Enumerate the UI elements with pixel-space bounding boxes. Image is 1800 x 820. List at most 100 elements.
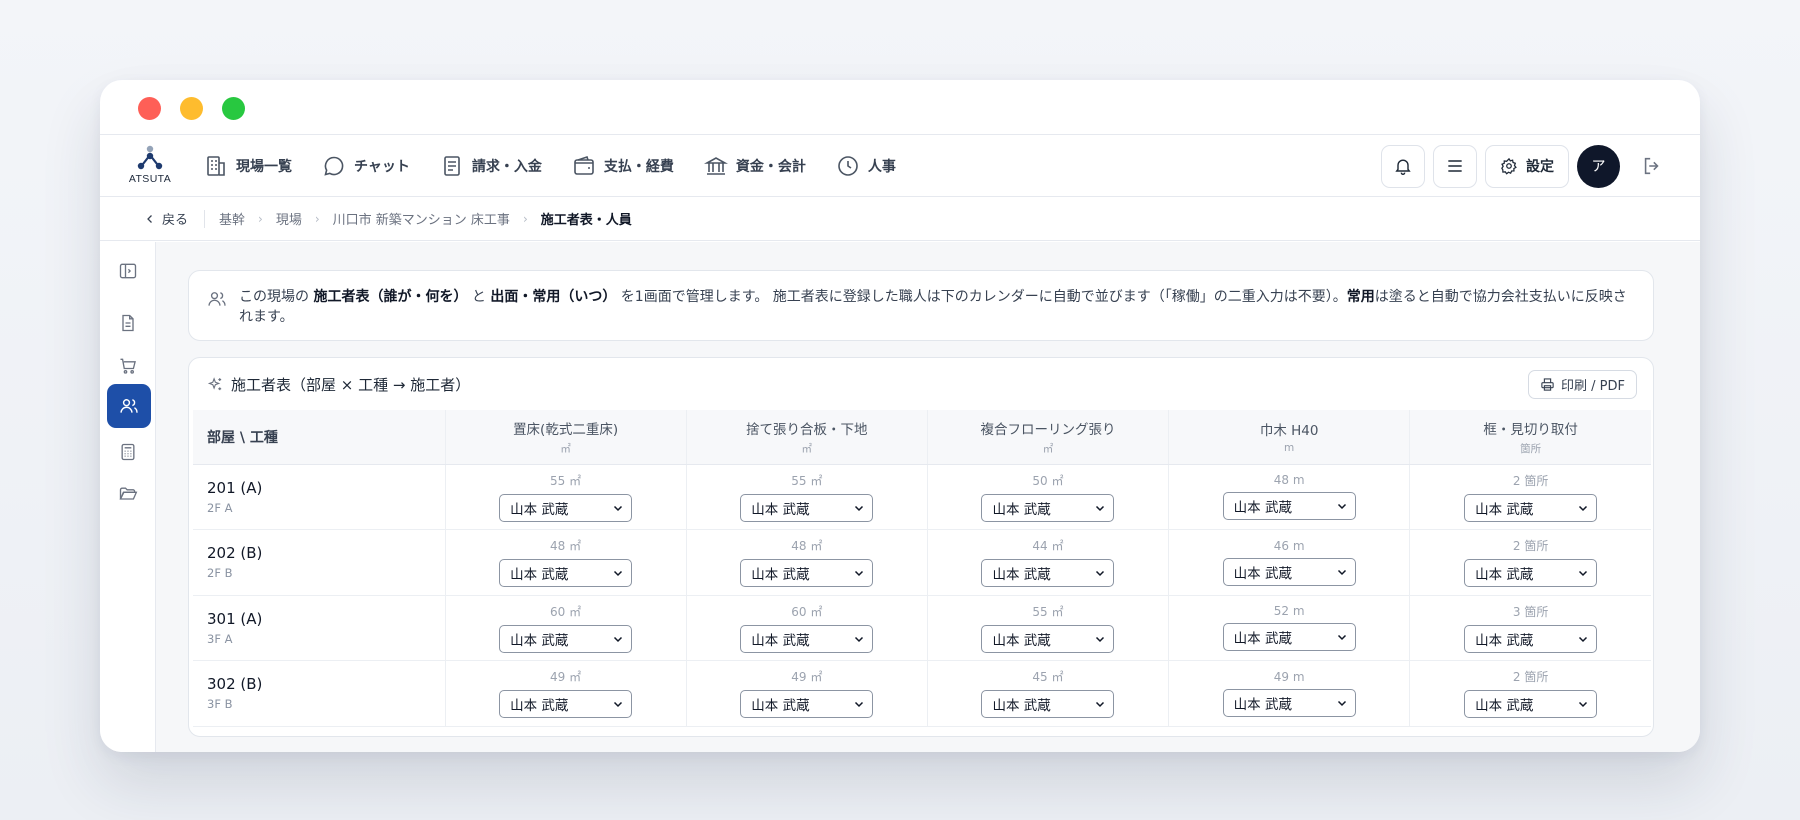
bell-icon [1395,159,1411,175]
assignment-cell: 49 ㎡山本 武蔵 [685,660,928,727]
info-text: と [467,289,491,305]
chevron-down-icon [614,571,623,577]
nav-item-chat[interactable]: チャット [322,135,424,197]
quantity-label: 45 ㎡ [1032,670,1064,685]
corner-header: 部屋 \ 工種 [193,410,445,465]
sidebar-item-orders[interactable] [109,347,147,385]
process-name: 巾木 H40 [1259,423,1319,440]
nav-item-hr[interactable]: 人事 [836,135,910,197]
worker-select[interactable]: 山本 武蔵 [981,690,1115,719]
worker-select[interactable]: 山本 武蔵 [1222,492,1356,521]
room-cell: 201 (A) 2F A [193,464,445,530]
worker-select[interactable]: 山本 武蔵 [740,624,874,653]
worker-select[interactable]: 山本 武蔵 [740,559,874,588]
logout-button[interactable] [1634,145,1670,188]
quantity-label: 50 ㎡ [1032,473,1064,488]
quantity-label: 49 m [1273,669,1305,684]
table-row: 202 (B) 2F B 48 ㎡山本 武蔵 48 ㎡山本 武蔵 44 ㎡山本 武蔵 46… [193,529,1651,596]
back-button[interactable]: 戻る [144,209,206,228]
printer-icon [1541,378,1554,391]
worker-select[interactable]: 山本 武蔵 [1222,623,1356,652]
chevron-down-icon [1337,569,1346,575]
maximize-window-button[interactable] [222,97,245,120]
sidebar-panel-icon [119,263,137,279]
nav-item-billing[interactable]: 請求・入金 [440,135,556,197]
process-unit: 箇所 [1520,442,1542,455]
document-icon [122,314,134,332]
table-header-row: 部屋 \ 工種 置床(乾式二重床) ㎡ 捨て張り合板・下地㎡ 複合フローリング張り… [193,410,1651,465]
sidebar-item-documents[interactable] [109,304,147,342]
nav-item-sites[interactable]: 現場一覧 [204,135,306,197]
worker-select-value: 山本 武蔵 [1233,565,1292,582]
worker-select[interactable]: 山本 武蔵 [1464,559,1598,588]
nav-item-payments[interactable]: 支払・経費 [572,135,688,197]
settings-button[interactable]: 設定 [1485,144,1569,188]
quantity-label: 2 箇所 [1512,539,1549,554]
process-name: 捨て張り合板・下地 [746,421,868,438]
sidebar-toggle-button[interactable] [109,252,147,290]
room-name: 201 (A) [207,478,263,497]
worker-select[interactable]: 山本 武蔵 [1222,557,1356,586]
worker-select[interactable]: 山本 武蔵 [981,493,1115,522]
nav-actions: 設定 ア [1381,144,1670,188]
minimize-window-button[interactable] [180,97,203,120]
worker-select[interactable]: 山本 武蔵 [499,493,633,522]
info-text: この現場の [239,289,314,305]
worker-select[interactable]: 山本 武蔵 [1464,690,1598,719]
logo[interactable]: ATSUTA [124,145,176,189]
worker-select-value: 山本 武蔵 [1475,501,1534,518]
breadcrumb-item-sites[interactable]: 現場 [276,209,302,228]
app-window: ATSUTA 現場一覧 チャット 請求・入金 支払・経費 資金・会計 人事 設定… [100,80,1700,752]
sidebar-item-calculator[interactable] [109,433,147,471]
worker-select[interactable]: 山本 武蔵 [499,624,633,653]
logo-text: ATSUTA [128,173,172,185]
users-icon [120,399,138,413]
chevron-right-icon: › [522,211,528,226]
worker-select[interactable]: 山本 武蔵 [740,493,874,522]
worker-table-card: 施工者表（部屋 × 工種 → 施工者） 印刷 / PDF 部屋 \ 工種 置床(… [188,357,1654,737]
process-name: 置床(乾式二重床) [513,421,619,438]
worker-select-value: 山本 武蔵 [1475,632,1534,649]
nav-item-accounting[interactable]: 資金・会計 [703,135,820,197]
chevron-down-icon [1337,635,1346,641]
worker-select[interactable]: 山本 武蔵 [499,690,633,719]
breadcrumb-item-site[interactable]: 川口市 新築マンション 床工事 [333,209,510,228]
invoice-icon [444,156,460,176]
table-row: 201 (A) 2F A 55 ㎡山本 武蔵 55 ㎡山本 武蔵 50 ㎡山本 武蔵 48… [193,464,1651,530]
assignment-cell: 55 ㎡山本 武蔵 [444,464,687,530]
logout-icon [1644,157,1659,175]
breadcrumb-item-core[interactable]: 基幹 [219,209,245,228]
chevron-down-icon [1337,700,1346,706]
worker-select[interactable]: 山本 武蔵 [981,559,1115,588]
gear-icon [1501,157,1517,175]
notifications-button[interactable] [1381,144,1425,188]
worker-select[interactable]: 山本 武蔵 [1464,493,1598,522]
close-window-button[interactable] [138,97,161,120]
worker-select-value: 山本 武蔵 [992,632,1051,649]
table-body: 201 (A) 2F A 55 ㎡山本 武蔵 55 ㎡山本 武蔵 50 ㎡山本 武蔵 48… [193,464,1651,727]
chevron-down-icon [1579,636,1588,642]
print-pdf-button[interactable]: 印刷 / PDF [1528,370,1637,399]
process-unit: ㎡ [1042,442,1054,455]
user-avatar[interactable]: ア [1577,144,1620,188]
sidebar-item-workers[interactable] [107,384,151,428]
menu-button[interactable] [1433,144,1477,188]
worker-select[interactable]: 山本 武蔵 [981,624,1115,653]
chevron-down-icon [1096,636,1105,642]
worker-select-value: 山本 武蔵 [992,501,1051,518]
assignment-cell: 2 箇所 山本 武蔵 [1409,660,1651,727]
sidebar-item-folder[interactable] [109,475,147,513]
worker-select[interactable]: 山本 武蔵 [740,690,874,719]
worker-select-value: 山本 武蔵 [992,698,1051,715]
print-label: 印刷 / PDF [1561,379,1625,394]
info-text: を1画面で管理します。 施工者表に登録した職人は下のカレンダーに自動で並びます（… [616,289,1347,305]
quantity-label: 3 箇所 [1512,604,1549,619]
chevron-down-icon [1579,505,1588,511]
sparkles-icon [207,376,222,390]
chevron-down-icon [855,702,864,708]
worker-select[interactable]: 山本 武蔵 [1222,688,1356,717]
worker-select[interactable]: 山本 武蔵 [499,559,633,588]
worker-select[interactable]: 山本 武蔵 [1464,624,1598,653]
assignment-cell: 50 ㎡山本 武蔵 [926,464,1169,530]
building-icon [207,156,225,176]
